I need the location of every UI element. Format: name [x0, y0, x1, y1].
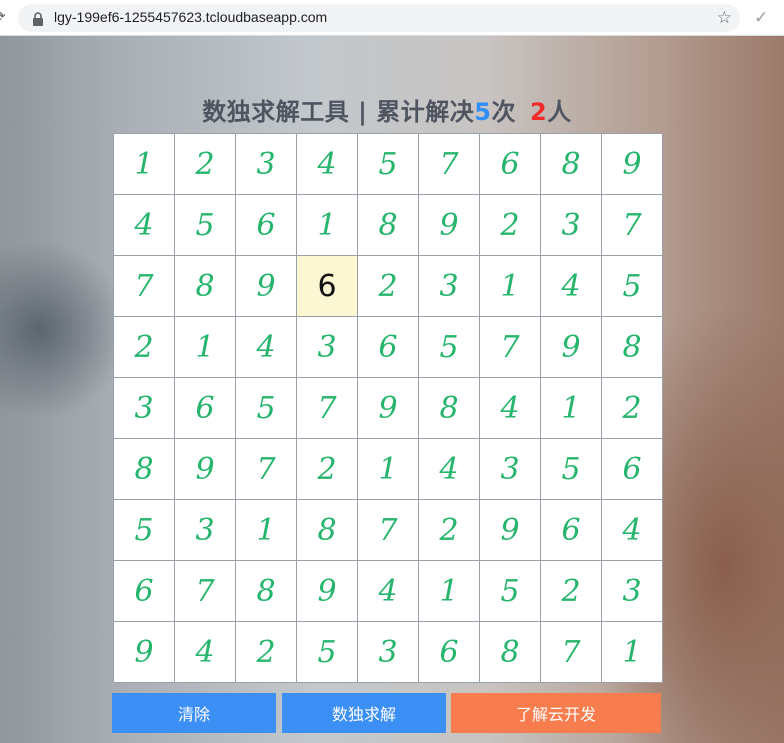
sudoku-cell[interactable]: 7 — [358, 500, 419, 561]
sudoku-cell[interactable]: 3 — [602, 561, 663, 622]
sudoku-cell[interactable]: 1 — [419, 561, 480, 622]
user-count: 2 — [529, 98, 548, 126]
sudoku-cell[interactable]: 7 — [175, 561, 236, 622]
sudoku-cell[interactable]: 1 — [114, 134, 175, 195]
sudoku-cell[interactable]: 4 — [419, 439, 480, 500]
sudoku-cell[interactable]: 2 — [114, 317, 175, 378]
sudoku-cell[interactable]: 4 — [114, 195, 175, 256]
sudoku-cell[interactable]: 2 — [541, 561, 602, 622]
sudoku-cell[interactable]: 1 — [297, 195, 358, 256]
sudoku-cell[interactable]: 7 — [419, 134, 480, 195]
sudoku-cell[interactable]: 5 — [602, 256, 663, 317]
sudoku-cell[interactable]: 1 — [480, 256, 541, 317]
title-prefix: 数独求解工具 | 累计解决 — [202, 98, 475, 126]
sudoku-cell[interactable]: 2 — [602, 378, 663, 439]
reload-icon[interactable]: ⟳ — [0, 10, 8, 24]
sudoku-cell[interactable]: 9 — [541, 317, 602, 378]
sudoku-cell[interactable]: 1 — [541, 378, 602, 439]
sudoku-cell[interactable]: 8 — [358, 195, 419, 256]
sudoku-cell[interactable]: 6 — [175, 378, 236, 439]
browser-toolbar: ⟳ lgy-199ef6-1255457623.tcloudbaseapp.co… — [0, 0, 784, 36]
sudoku-cell[interactable]: 3 — [419, 256, 480, 317]
sudoku-cell[interactable]: 2 — [175, 134, 236, 195]
sudoku-cell[interactable]: 7 — [236, 439, 297, 500]
sudoku-cell[interactable]: 1 — [175, 317, 236, 378]
sudoku-cell[interactable]: 5 — [236, 378, 297, 439]
sudoku-cell[interactable]: 6 — [541, 500, 602, 561]
sudoku-cell[interactable]: 7 — [297, 378, 358, 439]
sudoku-cell[interactable]: 2 — [236, 622, 297, 683]
sudoku-cell[interactable]: 9 — [114, 622, 175, 683]
sudoku-cell[interactable]: 4 — [297, 134, 358, 195]
learn-cloudbase-button[interactable]: 了解云开发 — [451, 693, 661, 733]
check-icon[interactable]: ✓ — [754, 8, 768, 28]
solved-count: 5 — [474, 98, 492, 126]
lock-icon[interactable] — [32, 11, 44, 26]
sudoku-cell[interactable]: 8 — [236, 561, 297, 622]
solved-unit: 次 — [491, 98, 516, 126]
sudoku-cell[interactable]: 3 — [236, 134, 297, 195]
sudoku-cell[interactable]: 8 — [419, 378, 480, 439]
sudoku-cell[interactable]: 9 — [602, 134, 663, 195]
sudoku-cell[interactable]: 4 — [175, 622, 236, 683]
sudoku-cell[interactable]: 9 — [358, 378, 419, 439]
sudoku-cell[interactable]: 6 — [419, 622, 480, 683]
sudoku-cell[interactable]: 2 — [419, 500, 480, 561]
url-text[interactable]: lgy-199ef6-1255457623.tcloudbaseapp.com — [54, 9, 327, 25]
sudoku-cell[interactable]: 6 — [602, 439, 663, 500]
sudoku-cell[interactable]: 3 — [175, 500, 236, 561]
sudoku-cell[interactable]: 8 — [480, 622, 541, 683]
solve-button[interactable]: 数独求解 — [282, 693, 446, 733]
sudoku-cell[interactable]: 2 — [480, 195, 541, 256]
page-title: 数独求解工具 | 累计解决5次 2人 — [0, 92, 774, 127]
sudoku-board: 1234576894561892377896231452143657983657… — [113, 133, 663, 683]
sudoku-cell[interactable]: 2 — [358, 256, 419, 317]
sudoku-cell[interactable]: 3 — [114, 378, 175, 439]
bookmark-star-icon[interactable]: ☆ — [717, 8, 732, 28]
sudoku-cell[interactable]: 8 — [602, 317, 663, 378]
address-bar[interactable]: lgy-199ef6-1255457623.tcloudbaseapp.com … — [18, 4, 740, 32]
sudoku-cell[interactable]: 8 — [297, 500, 358, 561]
sudoku-cell[interactable]: 4 — [602, 500, 663, 561]
sudoku-cell[interactable]: 8 — [114, 439, 175, 500]
sudoku-cell[interactable]: 7 — [602, 195, 663, 256]
sudoku-cell[interactable]: 3 — [541, 195, 602, 256]
sudoku-cell[interactable]: 1 — [358, 439, 419, 500]
sudoku-cell[interactable]: 5 — [358, 134, 419, 195]
user-unit: 人 — [547, 98, 572, 126]
sudoku-cell[interactable]: 1 — [602, 622, 663, 683]
sudoku-cell[interactable]: 8 — [541, 134, 602, 195]
sudoku-cell[interactable]: 2 — [297, 439, 358, 500]
sudoku-cell[interactable]: 7 — [541, 622, 602, 683]
sudoku-cell[interactable]: 4 — [541, 256, 602, 317]
sudoku-cell[interactable]: 6 — [358, 317, 419, 378]
sudoku-cell[interactable]: 6 — [480, 134, 541, 195]
sudoku-cell[interactable]: 6 — [236, 195, 297, 256]
sudoku-cell[interactable]: 5 — [480, 561, 541, 622]
sudoku-cell[interactable]: 9 — [236, 256, 297, 317]
sudoku-cell[interactable]: 6 — [114, 561, 175, 622]
sudoku-cell[interactable]: 8 — [175, 256, 236, 317]
sudoku-cell[interactable]: 9 — [419, 195, 480, 256]
background-blur-left — [0, 240, 130, 420]
sudoku-cell[interactable]: 7 — [114, 256, 175, 317]
sudoku-cell[interactable]: 5 — [541, 439, 602, 500]
sudoku-cell[interactable]: 9 — [480, 500, 541, 561]
sudoku-cell[interactable]: 9 — [297, 561, 358, 622]
sudoku-cell[interactable]: 5 — [297, 622, 358, 683]
clear-button[interactable]: 清除 — [112, 693, 276, 733]
sudoku-cell[interactable]: 7 — [480, 317, 541, 378]
sudoku-cell[interactable]: 4 — [358, 561, 419, 622]
sudoku-cell[interactable]: 6 — [297, 256, 358, 317]
sudoku-cell[interactable]: 9 — [175, 439, 236, 500]
sudoku-cell[interactable]: 5 — [114, 500, 175, 561]
sudoku-cell[interactable]: 3 — [480, 439, 541, 500]
sudoku-cell[interactable]: 4 — [480, 378, 541, 439]
sudoku-cell[interactable]: 4 — [236, 317, 297, 378]
sudoku-cell[interactable]: 5 — [175, 195, 236, 256]
sudoku-cell[interactable]: 1 — [236, 500, 297, 561]
sudoku-cell[interactable]: 5 — [419, 317, 480, 378]
sudoku-cell[interactable]: 3 — [297, 317, 358, 378]
sudoku-cell[interactable]: 3 — [358, 622, 419, 683]
